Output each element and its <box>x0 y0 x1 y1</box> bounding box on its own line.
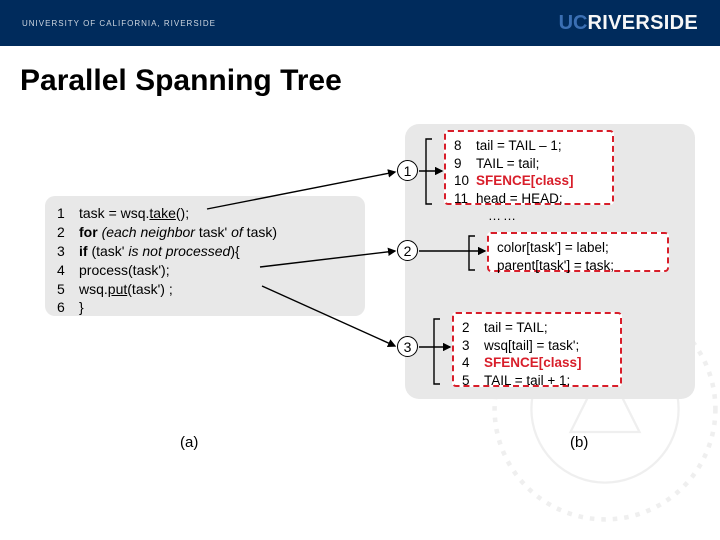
box2-l1: color[task'] = label; <box>497 239 659 257</box>
code-a-line-3: 3 if (task' is not processed){ <box>57 242 353 261</box>
circle-2: 2 <box>397 240 418 261</box>
code-a-line-1: 1task = wsq.take(); <box>57 204 353 223</box>
header-bar: UNIVERSITY OF CALIFORNIA, RIVERSIDE UCRI… <box>0 0 720 46</box>
code-a-line-5: 5 wsq.put(task') ; <box>57 280 353 299</box>
riverside-text: RIVERSIDE <box>587 12 698 35</box>
ellipsis-1: …… <box>488 208 518 223</box>
box3-l3: 4SFENCE[class] <box>462 354 612 372</box>
uc-logo-text: UC <box>559 12 588 35</box>
box3-l1: 2tail = TAIL; <box>462 319 612 337</box>
box1-l1: 8tail = TAIL – 1; <box>454 137 604 155</box>
code-a-line-2: 2 for (each neighbor task' of task) <box>57 223 353 242</box>
box3-l4: 5TAIL = tail + 1; <box>462 372 612 390</box>
box3-l2: 3wsq[tail] = task'; <box>462 337 612 355</box>
content-area: 1task = wsq.take(); 2 for (each neighbor… <box>0 124 720 524</box>
label-a: (a) <box>180 434 198 451</box>
box1-l3: 10SFENCE[class] <box>454 172 604 190</box>
circle-1: 1 <box>397 160 418 181</box>
code-box-put: 2tail = TAIL; 3wsq[tail] = task'; 4SFENC… <box>452 312 622 387</box>
box1-l4: 11head = HEAD; <box>454 190 604 208</box>
box1-l2: 9TAIL = tail; <box>454 155 604 173</box>
box2-l2: parent[task'] = task; <box>497 257 659 275</box>
label-b: (b) <box>570 434 588 451</box>
code-box-process: color[task'] = label; parent[task'] = ta… <box>487 232 669 272</box>
university-left: UNIVERSITY OF CALIFORNIA, RIVERSIDE <box>22 19 216 28</box>
code-a-line-6: 6 } <box>57 298 353 317</box>
university-right: UCRIVERSIDE <box>559 12 698 35</box>
code-block-a: 1task = wsq.take(); 2 for (each neighbor… <box>45 196 365 316</box>
circle-3: 3 <box>397 336 418 357</box>
page-title: Parallel Spanning Tree <box>20 64 720 98</box>
code-box-take: 8tail = TAIL – 1; 9TAIL = tail; 10SFENCE… <box>444 130 614 205</box>
code-a-line-4: 4 process(task'); <box>57 261 353 280</box>
